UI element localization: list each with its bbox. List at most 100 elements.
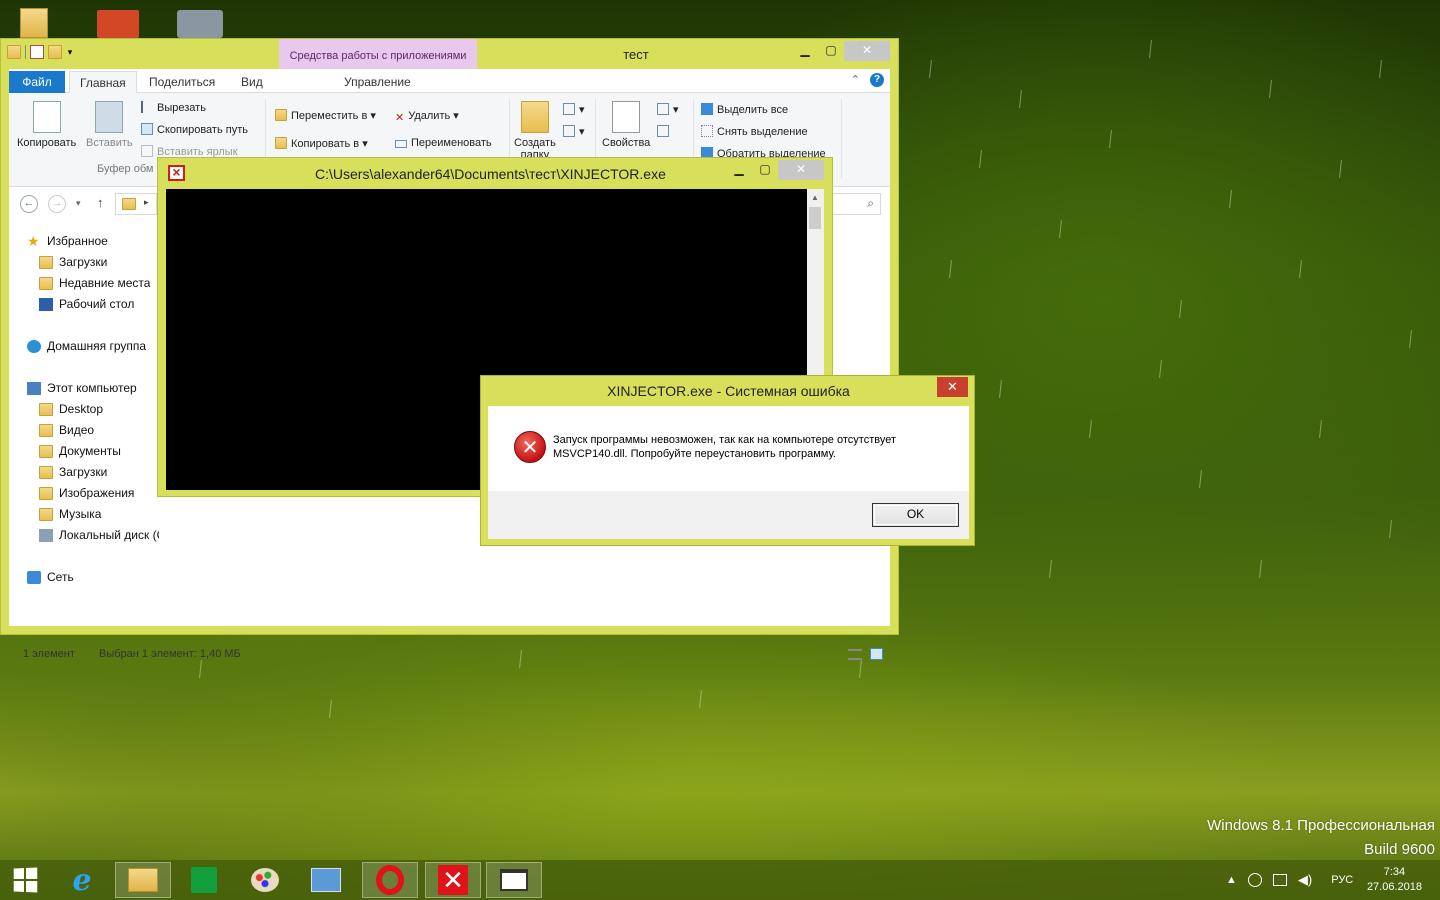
nav-music[interactable]: Музыка <box>39 507 101 521</box>
window-controls: ▁ ▢ ✕ <box>792 41 890 61</box>
xinjector-icon: × <box>168 165 185 181</box>
nav-label: Домашняя группа <box>47 339 147 353</box>
folder-icon <box>39 255 53 269</box>
delete-button[interactable]: ✕ Удалить ▾ <box>395 109 459 124</box>
nav-label: Избранное <box>47 234 108 248</box>
network-icon[interactable] <box>1272 874 1287 886</box>
delete-x-icon: ✕ <box>395 112 405 124</box>
new-folder-label: Создать <box>514 137 556 149</box>
easy-access-button[interactable]: ▾ <box>563 125 585 138</box>
nav-documents[interactable]: Документы <box>39 444 121 458</box>
scrollbar-thumb[interactable] <box>809 207 821 229</box>
rename-button[interactable]: Переименовать <box>395 137 492 149</box>
taskbar-remote-desktop[interactable] <box>298 862 354 898</box>
windows-edition: Windows 8.1 Профессиональная <box>1207 817 1435 834</box>
new-item-button[interactable]: ▾ <box>563 103 585 116</box>
desktop-powerpoint-icon[interactable] <box>95 0 147 40</box>
tray-app-icon[interactable] <box>1247 873 1262 887</box>
folder-icon <box>39 423 53 437</box>
select-none-button[interactable]: Снять выделение <box>701 125 808 138</box>
tab-view[interactable]: Вид <box>231 71 273 93</box>
taskbar-store[interactable] <box>176 862 232 898</box>
nav-this-pc[interactable]: Этот компьютер <box>27 381 137 395</box>
nav-pc-downloads[interactable]: Загрузки <box>39 465 107 479</box>
nav-downloads[interactable]: Загрузки <box>39 255 107 269</box>
large-icons-view-icon[interactable] <box>870 648 883 660</box>
rename-icon <box>395 140 407 148</box>
tab-share[interactable]: Поделиться <box>139 71 225 93</box>
copy-button[interactable]: Копировать <box>17 101 76 149</box>
dialog-close-button[interactable]: ✕ <box>937 377 968 397</box>
chevron-down-icon[interactable]: ▾ <box>66 45 74 59</box>
nav-pictures[interactable]: Изображения <box>39 486 134 500</box>
taskbar-opera[interactable] <box>362 862 418 898</box>
console-titlebar[interactable]: × C:\Users\alexander64\Documents\тест\XI… <box>158 158 832 188</box>
taskbar-internet-explorer[interactable]: e <box>54 862 110 898</box>
file-explorer-icon <box>128 868 158 892</box>
nav-desktop[interactable]: Рабочий стол <box>39 297 134 311</box>
nav-video[interactable]: Видео <box>39 423 94 437</box>
collapse-ribbon-icon[interactable]: ⌃ <box>851 73 860 86</box>
nav-recent-places[interactable]: Недавние места <box>39 276 150 290</box>
show-hidden-icons-icon[interactable]: ▲ <box>1226 874 1237 886</box>
new-folder-big-icon <box>520 101 549 133</box>
recent-locations-icon[interactable]: ▾ <box>76 198 81 209</box>
taskbar-console[interactable] <box>486 862 542 898</box>
desktop-settings-icon[interactable] <box>177 0 229 40</box>
explorer-titlebar[interactable]: ▾ Средства работы с приложениями тест ▁ … <box>1 39 898 69</box>
folder-icon <box>122 198 136 210</box>
nav-network[interactable]: Сеть <box>27 570 74 584</box>
select-all-button[interactable]: Выделить все <box>701 103 788 116</box>
maximize-button[interactable]: ▢ <box>752 160 778 180</box>
tab-file[interactable]: Файл <box>9 71 65 93</box>
folder-icon <box>39 465 53 479</box>
copy-path-icon <box>141 123 153 135</box>
scroll-up-icon[interactable]: ▲ <box>811 193 819 202</box>
nav-pc-desktop[interactable]: Desktop <box>39 402 103 416</box>
new-folder-icon[interactable] <box>48 45 62 59</box>
system-error-dialog: XINJECTOR.exe - Системная ошибка ✕ ✕ Зап… <box>480 375 975 546</box>
properties-button[interactable]: Свойства <box>602 101 650 149</box>
properties-icon[interactable] <box>30 45 44 59</box>
remote-desktop-icon <box>311 868 341 892</box>
nav-local-disk[interactable]: Локальный диск (C <box>39 528 159 542</box>
nav-homegroup[interactable]: Домашняя группа <box>27 339 146 353</box>
clock[interactable]: 7:34 27.06.2018 <box>1367 865 1422 895</box>
up-button[interactable]: ↑ <box>97 195 104 210</box>
copy-to-button[interactable]: Копировать в ▾ <box>275 137 368 150</box>
search-input[interactable]: ⌕ <box>831 193 881 215</box>
close-button[interactable]: ✕ <box>778 160 824 180</box>
language-indicator[interactable]: РУС <box>1331 874 1353 886</box>
taskbar-paint[interactable] <box>237 862 293 898</box>
maximize-button[interactable]: ▢ <box>818 41 844 61</box>
folder-icon <box>39 444 53 458</box>
ok-button[interactable]: OK <box>872 503 959 527</box>
address-box[interactable]: ▸ <box>115 193 157 215</box>
start-button[interactable] <box>0 862 50 898</box>
taskbar-file-explorer[interactable] <box>115 862 171 898</box>
nav-label: Этот компьютер <box>47 381 137 395</box>
edit-button[interactable] <box>657 125 673 138</box>
tab-home[interactable]: Главная <box>69 71 137 93</box>
tab-manage[interactable]: Управление <box>334 71 421 93</box>
taskbar-xinjector[interactable]: ✕ <box>425 862 481 898</box>
move-to-button[interactable]: Переместить в ▾ <box>275 109 376 122</box>
minimize-button[interactable]: ▁ <box>726 160 752 180</box>
copy-label: Копировать <box>17 137 77 149</box>
open-button[interactable]: ▾ <box>657 103 679 116</box>
minimize-button[interactable]: ▁ <box>792 41 818 61</box>
nav-favorites[interactable]: ★ Избранное <box>27 234 108 249</box>
copy-path-button[interactable]: Скопировать путь <box>141 123 248 136</box>
paste-button[interactable]: Вставить <box>86 101 133 149</box>
help-icon[interactable]: ? <box>870 73 884 87</box>
dialog-content: ✕ Запуск программы невозможен, так как н… <box>488 406 969 491</box>
close-button[interactable]: ✕ <box>844 41 890 61</box>
volume-icon[interactable]: ◀) <box>1298 872 1312 888</box>
new-folder-button[interactable]: Создать папку <box>514 101 556 161</box>
cut-button[interactable]: Вырезать <box>141 101 206 114</box>
forward-button[interactable]: → <box>48 195 66 213</box>
homegroup-icon <box>27 339 41 353</box>
back-button[interactable]: ← <box>20 195 38 213</box>
desktop-folder-icon[interactable] <box>18 0 70 40</box>
details-view-icon[interactable] <box>848 649 862 660</box>
